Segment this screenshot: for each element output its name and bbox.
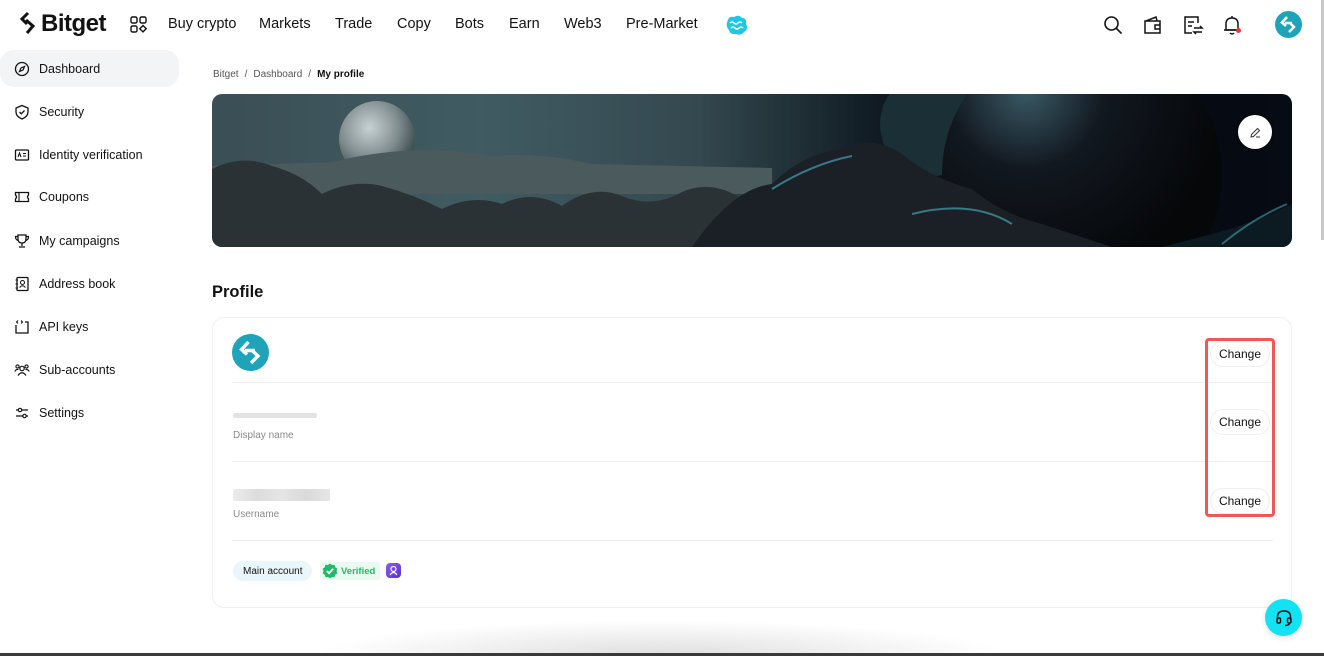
top-navigation: Bitget Buy crypto Markets Trade Copy Bot… xyxy=(0,0,1324,50)
verified-check-icon xyxy=(322,563,338,579)
sidebar-item-label: Security xyxy=(39,104,85,119)
notification-dot xyxy=(1236,28,1241,33)
banner-landscape-illustration xyxy=(212,94,1292,247)
username-value-redacted xyxy=(233,489,330,501)
sidebar-item-coupons[interactable]: Coupons xyxy=(0,178,179,215)
vip-level-badge[interactable] xyxy=(386,563,401,578)
sidebar-item-label: Settings xyxy=(39,405,85,420)
sidebar-item-sub-accounts[interactable]: Sub-accounts xyxy=(0,351,179,388)
sidebar-item-label: Coupons xyxy=(39,189,90,204)
sidebar-item-label: Address book xyxy=(39,276,116,291)
sidebar-item-label: API keys xyxy=(39,319,89,334)
breadcrumb-bitget[interactable]: Bitget xyxy=(213,69,239,80)
username-label: Username xyxy=(233,509,280,520)
trophy-icon xyxy=(14,233,30,248)
edit-banner-button[interactable] xyxy=(1238,115,1272,149)
promo-icon[interactable] xyxy=(725,14,749,36)
display-name-value-redacted xyxy=(233,413,317,418)
row-divider xyxy=(232,382,1273,383)
row-divider xyxy=(232,540,1273,541)
nav-bots[interactable]: Bots xyxy=(455,16,484,32)
sidebar-item-label: Dashboard xyxy=(39,61,101,76)
nav-earn[interactable]: Earn xyxy=(509,16,540,32)
bitget-logo-mark-icon xyxy=(19,11,36,34)
sidebar-item-label: My campaigns xyxy=(39,233,120,248)
sidebar-item-label: Identity verification xyxy=(39,147,143,162)
sidebar-item-dashboard[interactable]: Dashboard xyxy=(0,50,179,87)
bottom-shadow xyxy=(310,620,1010,656)
user-avatar[interactable] xyxy=(1275,11,1302,38)
headset-icon xyxy=(1275,609,1292,626)
sidebar-item-my-campaigns[interactable]: My campaigns xyxy=(0,222,179,259)
nav-pre-market[interactable]: Pre-Market xyxy=(626,16,698,32)
address-book-icon xyxy=(15,276,29,291)
id-card-icon xyxy=(14,148,30,161)
main-account-badge: Main account xyxy=(233,561,313,581)
sidebar-item-api-keys[interactable]: API keys xyxy=(0,308,179,345)
nav-markets[interactable]: Markets xyxy=(259,16,311,32)
ticket-icon xyxy=(14,191,30,202)
verified-badge-label: Verified xyxy=(341,565,376,577)
row-divider xyxy=(232,461,1273,462)
code-icon xyxy=(15,319,29,334)
compass-icon xyxy=(14,61,30,76)
nav-buy-crypto[interactable]: Buy crypto xyxy=(168,16,237,32)
pencil-icon xyxy=(1249,127,1260,138)
breadcrumb-dashboard[interactable]: Dashboard xyxy=(253,69,302,80)
breadcrumb-current: My profile xyxy=(317,69,365,80)
nav-copy[interactable]: Copy xyxy=(397,16,431,32)
bitget-logo[interactable]: Bitget xyxy=(19,10,107,38)
shield-icon xyxy=(15,104,29,120)
verified-badge: Verified xyxy=(320,562,381,580)
breadcrumb: Bitget / Dashboard / My profile xyxy=(213,69,364,80)
main-account-badge-label: Main account xyxy=(243,565,303,577)
orders-icon[interactable] xyxy=(1182,14,1204,36)
change-display-name-button[interactable]: Change xyxy=(1210,409,1270,435)
users-icon xyxy=(14,363,30,376)
nav-web3[interactable]: Web3 xyxy=(564,16,602,32)
sidebar-item-identity-verification[interactable]: Identity verification xyxy=(0,136,179,173)
sidebar-item-security[interactable]: Security xyxy=(0,93,179,130)
vip-icon xyxy=(389,565,398,576)
wallet-icon[interactable] xyxy=(1142,14,1164,36)
brand-name: Bitget xyxy=(41,10,107,37)
sidebar-item-settings[interactable]: Settings xyxy=(0,394,179,431)
sliders-icon xyxy=(16,407,28,418)
breadcrumb-separator: / xyxy=(308,69,312,80)
profile-section-title: Profile xyxy=(212,283,264,301)
apps-grid-icon[interactable] xyxy=(130,16,147,33)
profile-banner-image xyxy=(212,94,1292,247)
display-name-label: Display name xyxy=(233,430,294,441)
sidebar-item-label: Sub-accounts xyxy=(39,362,116,377)
change-avatar-button[interactable]: Change xyxy=(1210,341,1270,367)
breadcrumb-separator: / xyxy=(244,69,248,80)
customer-support-button[interactable] xyxy=(1265,599,1302,636)
change-username-button[interactable]: Change xyxy=(1210,488,1270,514)
profile-avatar[interactable] xyxy=(232,334,269,371)
sidebar-item-address-book[interactable]: Address book xyxy=(0,265,179,302)
nav-trade[interactable]: Trade xyxy=(335,16,372,32)
search-icon[interactable] xyxy=(1102,14,1124,36)
